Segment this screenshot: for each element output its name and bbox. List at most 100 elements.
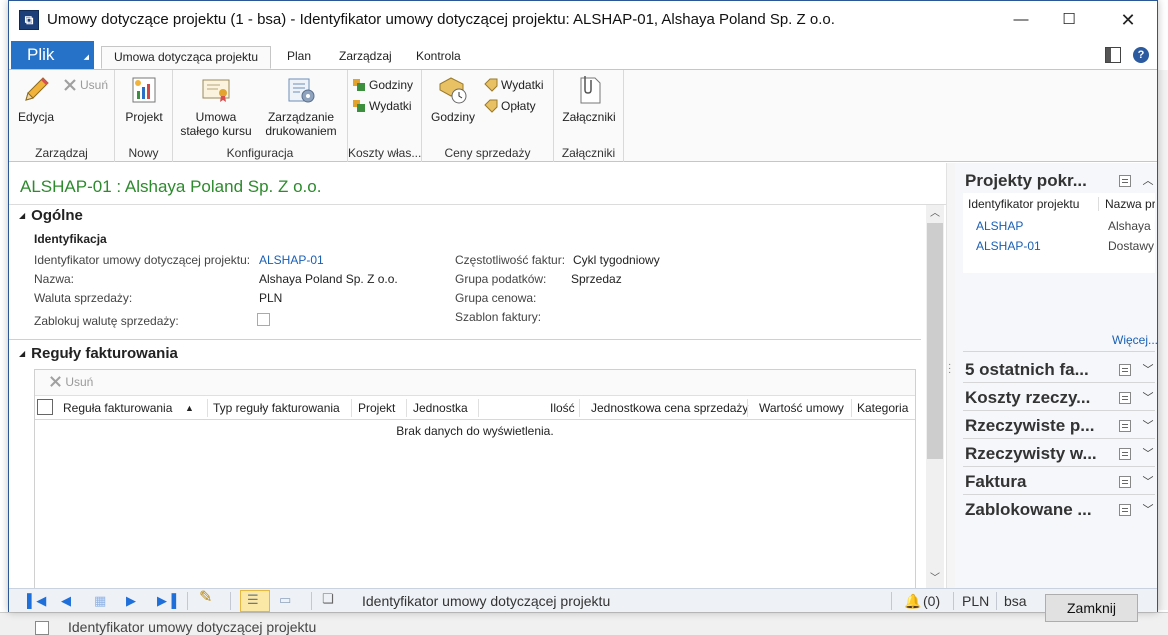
contract-id-value[interactable]: ALSHAP-01 (259, 253, 324, 267)
col-billing-rule[interactable]: Reguła fakturowania (63, 401, 172, 415)
form-scroll-area: ◢ Ogólne Identyfikacja Identyfikator umow… (9, 205, 946, 588)
maximize-button[interactable]: ☐ (1046, 1, 1092, 39)
tab-kontrola[interactable]: Kontrola (404, 46, 473, 69)
col-unit-price[interactable]: Jednostkowa cena sprzedaży (591, 401, 748, 415)
tab-zarzadzaj[interactable]: Zarządzaj (327, 46, 404, 69)
group-ceny: Godziny Wydatki Opłaty Ceny sprzedaży (422, 70, 554, 162)
factbox-menu-icon[interactable] (1119, 420, 1131, 432)
attachment-icon (573, 74, 605, 106)
factbox-part[interactable]: Rzeczywiste p... ﹀ (963, 412, 1155, 439)
group-zarzadzaj: Edycja Usuń Zarządzaj (9, 70, 115, 162)
group-konfiguracja: Umowa stałego kursu Zarządzanie drukowan… (173, 70, 348, 162)
factbox-projects-header: Projekty pokr... ︿ (963, 167, 1155, 193)
new-project-button[interactable]: Projekt (122, 74, 166, 124)
price-hours-button[interactable]: Godziny (428, 74, 478, 124)
cost-expenses-button[interactable]: Wydatki (352, 97, 412, 115)
print-management-button[interactable]: Zarządzanie drukowaniem (261, 74, 341, 138)
fixed-rate-label-2: stałego kursu (180, 124, 252, 138)
chevron-down-icon[interactable]: ﹀ (1141, 501, 1155, 517)
chevron-down-icon[interactable]: ﹀ (1141, 445, 1155, 461)
grid-view-icon[interactable]: ▦ (94, 594, 106, 607)
cost-hours-button[interactable]: Godziny (352, 76, 413, 94)
close-form-button[interactable]: Zamknij (1045, 594, 1138, 622)
column-divider (406, 399, 407, 417)
corner-triangle-icon: ◢ (83, 54, 89, 61)
factbox-part[interactable]: Rzeczywisty w... ﹀ (963, 440, 1155, 467)
tab-plan[interactable]: Plan (275, 46, 323, 69)
invoice-frequency-value[interactable]: Cykl tygodniowy (573, 253, 660, 267)
field-help-text: Identyfikator umowy dotyczącej projektu (362, 593, 611, 609)
factbox-part[interactable]: Faktura ﹀ (963, 468, 1155, 495)
col-rule-type[interactable]: Typ reguły fakturowania (213, 401, 340, 415)
chevron-down-icon[interactable]: ﹀ (1141, 389, 1155, 405)
factbox-menu-icon[interactable] (1119, 504, 1131, 516)
select-all-checkbox[interactable] (37, 399, 53, 415)
factbox-more-link[interactable]: Więcej... (1112, 333, 1158, 347)
name-value[interactable]: Alshaya Poland Sp. Z o.o. (259, 272, 398, 286)
factbox-divider (963, 410, 1155, 411)
group-nowy: Projekt Nowy (115, 70, 173, 162)
factbox-part[interactable]: Koszty rzeczy... ﹀ (963, 384, 1155, 411)
factbox-menu-icon[interactable] (1119, 392, 1131, 404)
list-view-icon[interactable]: ▭ (279, 593, 291, 606)
col-unit[interactable]: Jednostka (413, 401, 468, 415)
currency-value[interactable]: PLN (259, 291, 282, 305)
previous-record-icon[interactable]: ◀ (61, 594, 71, 607)
fasttab-general-header[interactable]: ◢ Ogólne (19, 207, 83, 224)
cost-hours-label: Godziny (369, 78, 414, 92)
factbox-menu-icon[interactable] (1119, 175, 1131, 187)
first-record-icon[interactable]: ▌◀ (27, 594, 46, 607)
price-fees-button[interactable]: Opłaty (484, 97, 536, 115)
tax-group-value[interactable]: Sprzedaz (571, 272, 622, 286)
edit-pencil-icon[interactable]: ✎ (199, 590, 212, 606)
grid-delete-button[interactable]: Usuń (49, 375, 93, 389)
factbox-part[interactable]: 5 ostatnich fa... ﹀ (963, 356, 1155, 383)
attachments-button[interactable]: Załączniki (560, 74, 618, 124)
help-icon[interactable]: ? (1133, 47, 1149, 63)
scroll-up-icon[interactable]: ︿ (926, 205, 944, 223)
fixed-rate-contract-button[interactable]: Umowa stałego kursu (179, 74, 253, 138)
fasttab-billing-label: Reguły fakturowania (31, 345, 178, 362)
price-expenses-label: Wydatki (501, 78, 544, 92)
factbox-menu-icon[interactable] (1119, 476, 1131, 488)
chevron-down-icon[interactable]: ﹀ (1141, 417, 1155, 433)
vertical-scrollbar[interactable]: ︿ ﹀ (926, 205, 944, 588)
price-expenses-button[interactable]: Wydatki (484, 76, 544, 94)
window-layout-icon[interactable] (1105, 47, 1121, 63)
factbox-project-id[interactable]: ALSHAP-01 (976, 239, 1041, 253)
chevron-down-icon[interactable]: ﹀ (1141, 473, 1155, 489)
last-record-icon[interactable]: ▶▐ (157, 594, 176, 607)
next-record-icon[interactable]: ▶ (126, 594, 136, 607)
company-indicator[interactable]: bsa (1004, 592, 1027, 610)
factbox-project-id[interactable]: ALSHAP (976, 219, 1023, 233)
grid-delete-label: Usuń (65, 375, 94, 389)
lock-currency-label: Zablokuj walutę sprzedaży: (34, 314, 179, 328)
chevron-down-icon[interactable]: ﹀ (1141, 361, 1155, 377)
group-label-zalaczniki: Załączniki (561, 146, 616, 160)
edit-button[interactable]: Edycja (15, 74, 57, 124)
factbox-menu-icon[interactable] (1119, 364, 1131, 376)
col-contract-value[interactable]: Wartość umowy (759, 401, 844, 415)
delete-button[interactable]: Usuń (63, 76, 108, 94)
record-title: ALSHAP-01 : Alshaya Poland Sp. Z o.o. (20, 177, 322, 196)
currency-indicator[interactable]: PLN (962, 592, 989, 610)
document-icon[interactable]: ❏ (322, 592, 334, 605)
notification-count[interactable]: (0) (923, 592, 940, 610)
close-window-button[interactable]: ✕ (1105, 1, 1151, 39)
file-menu-button[interactable]: Plik ◢ (11, 41, 94, 69)
factbox-part[interactable]: Zablokowane ... ﹀ (963, 496, 1155, 522)
factbox-splitter[interactable]: · · · (946, 163, 955, 588)
notification-bell-icon[interactable]: 🔔 (904, 592, 921, 610)
minimize-button[interactable]: — (998, 1, 1044, 39)
chevron-up-icon[interactable]: ︿ (1141, 172, 1155, 188)
scroll-down-icon[interactable]: ﹀ (926, 570, 944, 588)
col-category[interactable]: Kategoria (857, 401, 908, 415)
scrollbar-thumb[interactable] (927, 223, 943, 459)
col-project[interactable]: Projekt (358, 401, 395, 415)
new-project-label: Projekt (125, 110, 163, 124)
col-quantity[interactable]: Ilość (550, 401, 575, 415)
factbox-menu-icon[interactable] (1119, 448, 1131, 460)
lock-currency-checkbox[interactable] (257, 313, 270, 326)
fasttab-billing-header[interactable]: ◢ Reguły fakturowania (19, 345, 178, 362)
tab-umowa[interactable]: Umowa dotycząca projektu (101, 46, 272, 69)
